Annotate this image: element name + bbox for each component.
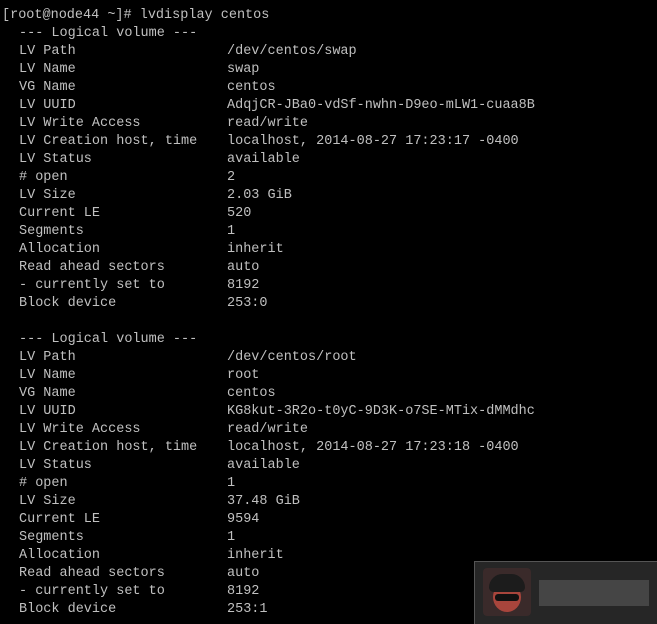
terminal-window[interactable]: [root@node44 ~]# lvdisplay centos --- Lo… [0,0,657,623]
field-label: Current LE [19,512,101,527]
field-value: 8192 [227,584,260,599]
watermark-overlay [474,561,657,624]
command-text: lvdisplay centos [139,8,270,23]
field-row: # open 2 [0,169,657,187]
field-label: LV Creation host, time [19,440,198,455]
field-row: Current LE 520 [0,205,657,223]
field-row: Read ahead sectors auto [0,259,657,277]
field-value: available [227,152,300,167]
field-value: 1 [227,530,236,545]
field-value: inherit [227,548,284,563]
field-value: localhost, 2014-08-27 17:23:18 -0400 [227,440,519,455]
field-row: Allocation inherit [0,241,657,259]
field-label: Allocation [19,242,101,257]
field-row: - currently set to 8192 [0,277,657,295]
field-label: # open [19,170,68,185]
field-row: LV Size 2.03 GiB [0,187,657,205]
field-label: - currently set to [19,278,165,293]
field-value: 2 [227,170,236,185]
field-row: LV UUID AdqjCR-JBa0-vdSf-nwhn-D9eo-mLW1-c… [0,97,657,115]
field-label: # open [19,476,68,491]
field-row: LV Size 37.48 GiB [0,493,657,511]
field-label: LV Size [19,188,76,203]
field-label: Current LE [19,206,101,221]
field-value: 253:1 [227,602,268,617]
field-row: Segments 1 [0,529,657,547]
field-value: read/write [227,116,309,131]
field-row: VG Name centos [0,385,657,403]
field-label: VG Name [19,80,76,95]
field-row: LV Path/dev/centos/swap [0,43,657,61]
field-row: LV Status available [0,457,657,475]
field-value: localhost, 2014-08-27 17:23:17 -0400 [227,134,519,149]
field-label: LV Write Access [19,116,141,131]
field-row: VG Name centos [0,79,657,97]
field-value: inherit [227,242,284,257]
field-value: 9594 [227,512,260,527]
field-value: 1 [227,224,236,239]
field-row: LV Name swap [0,61,657,79]
field-value: 520 [227,206,252,221]
field-row: LV Status available [0,151,657,169]
field-label: LV Path [19,44,76,59]
field-value: read/write [227,422,309,437]
field-value: 8192 [227,278,260,293]
command-line: [root@node44 ~]# lvdisplay centos [0,7,657,25]
field-label: Block device [19,296,117,311]
field-value: 37.48 GiB [227,494,300,509]
field-label: LV Name [19,62,76,77]
field-label: Segments [19,530,84,545]
field-label: LV Status [19,152,92,167]
field-label: - currently set to [19,584,165,599]
field-label: LV Name [19,368,76,383]
field-row: LV Write Access read/write [0,115,657,133]
watermark-text-block [539,580,649,606]
field-row: LV UUID KG8kut-3R2o-t0yC-9D3K-o7SE-MTix-d… [0,403,657,421]
field-row: Segments 1 [0,223,657,241]
field-value: 253:0 [227,296,268,311]
field-value: KG8kut-3R2o-t0yC-9D3K-o7SE-MTix-dMMdhc [227,404,535,419]
field-row: # open 1 [0,475,657,493]
field-label: VG Name [19,386,76,401]
field-row: Current LE 9594 [0,511,657,529]
field-value: swap [227,62,260,77]
field-row: LV Creation host, time localhost, 2014-08… [0,439,657,457]
field-label: LV UUID [19,404,76,419]
field-value: centos [227,386,276,401]
section-header: --- Logical volume --- [19,332,198,347]
field-value: 2.03 GiB [227,188,292,203]
field-label: Read ahead sectors [19,566,165,581]
field-label: LV UUID [19,98,76,113]
field-value: centos [227,80,276,95]
avatar-glasses-shape [495,594,519,601]
field-label: Block device [19,602,117,617]
field-value: available [227,458,300,473]
field-row: LV Creation host, time localhost, 2014-08… [0,133,657,151]
field-value: AdqjCR-JBa0-vdSf-nwhn-D9eo-mLW1-cuaa8B [227,98,535,113]
field-row: LV Name root [0,367,657,385]
section-header: --- Logical volume --- [19,26,198,41]
field-value: root [227,368,260,383]
field-value: /dev/centos/swap [227,44,357,59]
field-label: LV Path [19,350,76,365]
field-label: Allocation [19,548,101,563]
field-row: Block device 253:0 [0,295,657,313]
field-label: LV Status [19,458,92,473]
field-label: Segments [19,224,84,239]
shell-prompt: [root@node44 ~]# [2,8,140,23]
field-label: Read ahead sectors [19,260,165,275]
field-value: /dev/centos/root [227,350,357,365]
field-row: LV Path/dev/centos/root [0,349,657,367]
avatar-hair-shape [489,574,525,592]
field-label: LV Creation host, time [19,134,198,149]
avatar-watermark-icon [483,568,531,616]
field-row: LV Write Access read/write [0,421,657,439]
field-value: auto [227,260,260,275]
field-label: LV Write Access [19,422,141,437]
field-value: auto [227,566,260,581]
field-label: LV Size [19,494,76,509]
field-value: 1 [227,476,236,491]
